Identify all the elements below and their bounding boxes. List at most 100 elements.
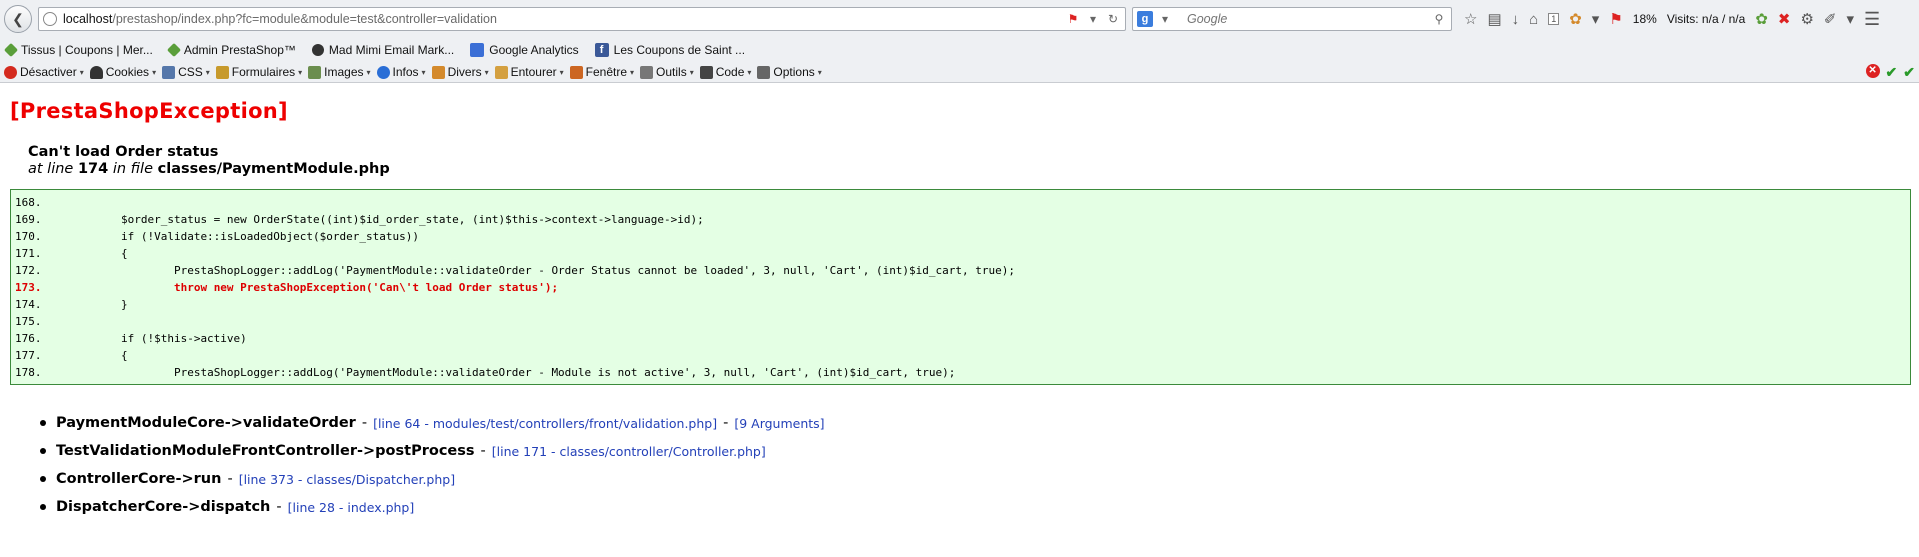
dev-menu-code[interactable]: Code ▾: [699, 65, 752, 79]
exception-message: Can't load Order status: [28, 144, 219, 160]
cookies-icon: [89, 65, 103, 79]
bullet-icon: [40, 476, 46, 482]
bookmark-star-icon[interactable]: ☆: [1464, 10, 1477, 28]
url-bar[interactable]: localhost/prestashop/index.php?fc=module…: [38, 7, 1126, 31]
code-line: 178. PrestaShopLogger::addLog('PaymentMo…: [15, 364, 1906, 381]
line-code: {: [41, 349, 128, 362]
magnifier-icon[interactable]: ⚲: [1431, 11, 1447, 27]
code-line: 177. {: [15, 347, 1906, 364]
search-input[interactable]: [1185, 11, 1427, 27]
home-icon[interactable]: ⌂: [1529, 11, 1538, 28]
dev-menu-images[interactable]: Images ▾: [308, 65, 371, 79]
bookmarks-bar: Tissus | Coupons | Mer... Admin PrestaSh…: [0, 38, 1919, 62]
code-line: 175.: [15, 313, 1906, 330]
bookmark-admin-prestashop[interactable]: Admin PrestaShop™: [166, 42, 296, 58]
browser-chrome: ❮ localhost/prestashop/index.php?fc=modu…: [0, 0, 1919, 83]
chevron-down-icon: ▾: [298, 67, 303, 77]
misc-icon: [431, 65, 445, 79]
addon-icon[interactable]: ✿: [1569, 10, 1582, 28]
line-number: 177.: [15, 349, 42, 362]
code-line: 171. {: [15, 245, 1906, 262]
trace-file-link[interactable]: [line 64 - modules/test/controllers/fron…: [373, 416, 717, 431]
gear-icon[interactable]: ⚙: [1800, 10, 1813, 28]
mimi-icon: [311, 44, 324, 56]
chevron-down-icon: ▾: [817, 67, 822, 77]
chevron-down-icon: ▾: [205, 67, 210, 77]
line-number: 169.: [15, 213, 42, 226]
options-icon: [757, 65, 771, 79]
bullet-icon: [40, 448, 46, 454]
back-button[interactable]: ❮: [4, 5, 32, 33]
line-code: $order_status = new OrderState((int)$id_…: [41, 213, 704, 226]
overflow-dropdown-icon[interactable]: ▾: [1847, 10, 1855, 28]
code-line: 176. if (!$this->active): [15, 330, 1906, 347]
outline-icon: [494, 65, 508, 79]
window-icon: [569, 65, 583, 79]
dev-menu-outils[interactable]: Outils ▾: [640, 65, 694, 79]
dev-menu-infos[interactable]: Infos ▾: [376, 65, 426, 79]
line-number: 178.: [15, 366, 42, 379]
addon-dropdown-icon[interactable]: ▾: [1592, 10, 1600, 28]
facebook-icon: f: [594, 43, 609, 57]
chevron-down-icon: ▾: [421, 67, 426, 77]
url-path: /prestashop/index.php?fc=module&module=t…: [112, 12, 497, 26]
analytics-icon: [470, 43, 485, 57]
chevron-down-icon: ▾: [689, 67, 694, 77]
eyedropper-icon[interactable]: ✐: [1824, 10, 1837, 28]
dropdown-arrow-icon[interactable]: ▾: [1085, 11, 1101, 27]
trace-arguments-link[interactable]: [9 Arguments]: [734, 416, 824, 431]
stack-trace: PaymentModuleCore->validateOrder - [line 6…: [40, 409, 1909, 521]
dev-menu-formulaires[interactable]: Formulaires ▾: [215, 65, 303, 79]
dev-menu-desactiver[interactable]: Désactiver ▾: [4, 65, 84, 79]
bookmark-coupons-saint[interactable]: f Les Coupons de Saint ...: [594, 43, 745, 57]
reading-list-icon[interactable]: ▤: [1487, 10, 1501, 28]
line-number: 170.: [15, 230, 42, 243]
trace-file-link[interactable]: [line 28 - index.php]: [288, 500, 415, 515]
trace-file-link[interactable]: [line 171 - classes/controller/Controlle…: [492, 444, 766, 459]
chevron-down-icon: ▾: [152, 67, 157, 77]
dev-menu-css[interactable]: CSS ▾: [162, 65, 210, 79]
trace-item: TestValidationModuleFrontController->pos…: [40, 437, 1909, 465]
flag-icon[interactable]: ⚑: [1065, 11, 1081, 27]
download-badge: 1: [1548, 13, 1560, 25]
code-line: 174. }: [15, 296, 1906, 313]
bookmark-mad-mimi[interactable]: Mad Mimi Email Mark...: [311, 43, 454, 57]
trace-separator: -: [723, 415, 729, 431]
line-number: 168.: [15, 196, 42, 209]
tools-icon: [640, 65, 654, 79]
check-icon[interactable]: ✔: [1903, 64, 1915, 81]
dev-status-icons: ✕ ✔ ✔: [1865, 64, 1915, 81]
disable-icon: [4, 65, 17, 79]
line-code: if (!Validate::isLoadedObject($order_sta…: [41, 230, 419, 243]
info-icon: [376, 65, 390, 79]
bullet-icon: [40, 504, 46, 510]
trace-file-link[interactable]: [line 373 - classes/Dispatcher.php]: [239, 472, 455, 487]
menu-icon[interactable]: ☰: [1864, 9, 1880, 30]
check-icon[interactable]: ✔: [1886, 64, 1898, 81]
google-icon[interactable]: g: [1137, 11, 1153, 27]
trace-function: TestValidationModuleFrontController->pos…: [56, 443, 475, 459]
dev-menu-cookies[interactable]: Cookies ▾: [89, 65, 157, 79]
back-arrow-icon: ❮: [12, 10, 24, 27]
dev-menu-options[interactable]: Options ▾: [757, 65, 822, 79]
line-code: {: [41, 247, 128, 260]
dev-menu-fenetre[interactable]: Fenêtre ▾: [569, 65, 634, 79]
chevron-down-icon: ▾: [747, 67, 752, 77]
error-icon[interactable]: ✕: [1865, 64, 1880, 78]
search-engine-dropdown-icon[interactable]: ▾: [1157, 11, 1173, 27]
reload-icon[interactable]: ↻: [1105, 11, 1121, 27]
globe-icon: [43, 12, 57, 26]
dev-menu-divers[interactable]: Divers ▾: [431, 65, 489, 79]
line-code: PrestaShopLogger::addLog('PaymentModule:…: [41, 264, 1016, 277]
search-bar[interactable]: g ▾ ⚲: [1132, 7, 1452, 31]
bullet-icon: [40, 420, 46, 426]
code-icon: [699, 65, 713, 79]
bookmark-google-analytics[interactable]: Google Analytics: [470, 43, 579, 57]
dev-menu-entourer[interactable]: Entourer ▾: [494, 65, 564, 79]
trace-separator: -: [480, 443, 486, 459]
leaf-addon-icon[interactable]: ✿: [1755, 10, 1768, 28]
downloads-icon[interactable]: ↓: [1512, 11, 1520, 28]
bookmark-tissus[interactable]: Tissus | Coupons | Mer...: [3, 42, 153, 58]
seo-flag-icon[interactable]: ⚑: [1609, 10, 1622, 28]
red-x-icon[interactable]: ✖: [1778, 10, 1791, 28]
